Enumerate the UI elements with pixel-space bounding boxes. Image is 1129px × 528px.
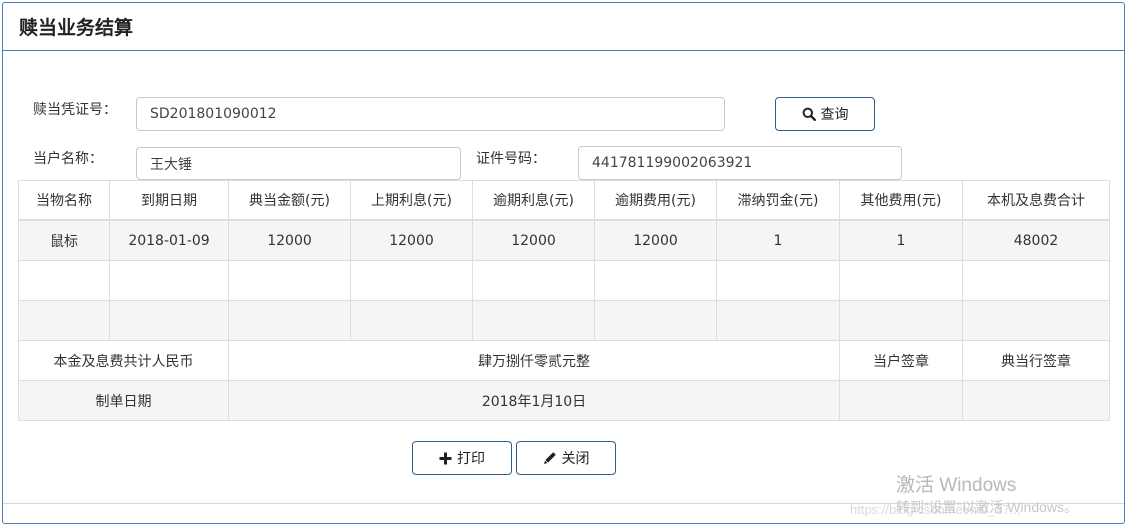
settlement-table: 当物名称 到期日期 典当金额(元) 上期利息(元) 逾期利息(元) 逾期费用(元… <box>18 180 1110 421</box>
panel-header: 赎当业务结算 <box>3 3 1124 51</box>
table-cell <box>716 300 840 341</box>
table-cell <box>594 300 717 341</box>
date-row: 制单日期 2018年1月10日 <box>18 380 1110 421</box>
table-cell: 12000 <box>472 219 595 261</box>
search-icon <box>802 107 816 121</box>
customer-sign-cell <box>839 380 963 421</box>
total-amount-in-words: 肆万捌仟零贰元整 <box>228 340 840 381</box>
table-cell: 2018-01-09 <box>109 219 229 261</box>
table-cell <box>962 260 1110 301</box>
column-header: 其他费用(元) <box>839 180 963 221</box>
table-cell: 1 <box>716 219 840 261</box>
pencil-icon <box>543 452 556 464</box>
table-header-row: 当物名称 到期日期 典当金额(元) 上期利息(元) 逾期利息(元) 逾期费用(元… <box>18 180 1110 221</box>
table-cell <box>109 300 229 341</box>
table-row-empty <box>18 300 1110 341</box>
close-button-label: 关闭 <box>561 451 590 467</box>
table-cell <box>839 300 963 341</box>
print-button[interactable]: 打印 <box>412 441 512 475</box>
table-cell: 鼠标 <box>18 219 110 261</box>
print-button-label: 打印 <box>457 451 485 467</box>
table-cell <box>839 260 963 301</box>
column-header: 典当金额(元) <box>228 180 351 221</box>
table-cell <box>350 300 473 341</box>
table-cell: 1 <box>839 219 963 261</box>
column-header: 当物名称 <box>18 180 110 221</box>
table-cell <box>716 260 840 301</box>
customer-name-value: 王大锤 <box>150 156 192 173</box>
customer-name-input[interactable]: 王大锤 <box>136 147 461 180</box>
table-cell <box>18 260 110 301</box>
table-cell <box>962 300 1110 341</box>
table-cell: 12000 <box>228 219 351 261</box>
table-cell: 48002 <box>962 219 1110 261</box>
column-header: 到期日期 <box>109 180 229 221</box>
plus-icon <box>439 452 452 464</box>
id-number-value: 441781199002063921 <box>592 155 753 171</box>
activate-windows-hint: 转到“设置”以激活 Windows。 <box>896 499 1079 515</box>
total-label: 本金及息费共计人民币 <box>18 340 229 381</box>
table-cell <box>594 260 717 301</box>
customer-name-label: 当户名称： <box>33 151 103 167</box>
column-header: 逾期费用(元) <box>594 180 717 221</box>
shop-sign-label: 典当行签章 <box>962 340 1110 381</box>
shop-sign-cell <box>962 380 1110 421</box>
table-row-empty <box>18 260 1110 301</box>
date-value: 2018年1月10日 <box>228 380 840 421</box>
table-cell <box>109 260 229 301</box>
table-cell <box>350 260 473 301</box>
redeem-no-label: 赎当凭证号： <box>33 102 117 118</box>
table-row: 鼠标 2018-01-09 12000 12000 12000 12000 1 … <box>18 219 1110 261</box>
date-label: 制单日期 <box>18 380 229 421</box>
table-cell <box>18 300 110 341</box>
close-button[interactable]: 关闭 <box>516 441 616 475</box>
id-number-input[interactable]: 441781199002063921 <box>578 146 902 180</box>
activate-windows-title: 激活 Windows <box>896 475 1017 496</box>
table-cell <box>472 300 595 341</box>
column-header: 本机及息费合计 <box>962 180 1110 221</box>
table-cell: 12000 <box>350 219 473 261</box>
column-header: 滞纳罚金(元) <box>716 180 840 221</box>
table-cell <box>228 300 351 341</box>
column-header: 逾期利息(元) <box>472 180 595 221</box>
total-row: 本金及息费共计人民币 肆万捌仟零贰元整 当户签章 典当行签章 <box>18 340 1110 381</box>
redeem-no-input[interactable]: SD201801090012 <box>136 97 725 131</box>
search-button-label: 查询 <box>820 107 849 123</box>
column-header: 上期利息(元) <box>350 180 473 221</box>
search-button[interactable]: 查询 <box>775 97 875 131</box>
page-title: 赎当业务结算 <box>19 17 134 39</box>
customer-sign-label: 当户签章 <box>839 340 963 381</box>
table-cell: 12000 <box>594 219 717 261</box>
redeem-no-value: SD201801090012 <box>150 106 277 122</box>
id-number-label: 证件号码： <box>476 151 546 167</box>
table-cell <box>228 260 351 301</box>
table-cell <box>472 260 595 301</box>
